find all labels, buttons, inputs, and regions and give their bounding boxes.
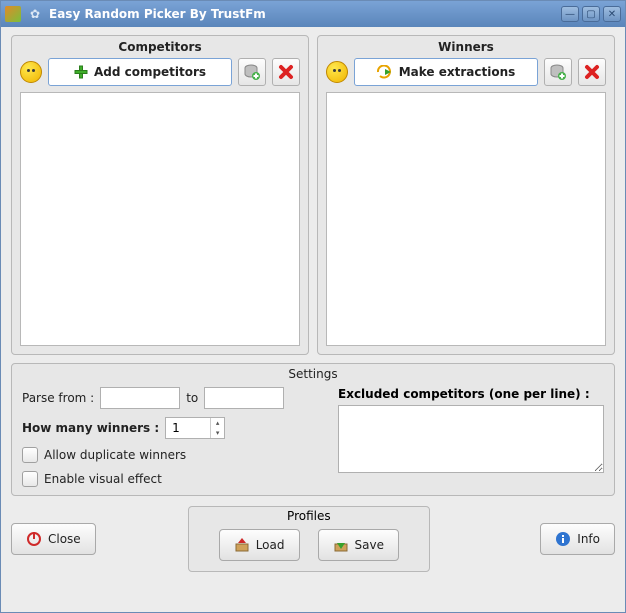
parse-from-label: Parse from : — [22, 391, 94, 405]
main-panels: Competitors Add competitors — [11, 35, 615, 355]
minimize-button[interactable]: — — [561, 6, 579, 22]
excluded-label: Excluded competitors (one per line) : — [338, 387, 604, 401]
delete-x-icon — [278, 64, 294, 80]
competitors-toolbar: Add competitors — [12, 58, 308, 92]
excluded-textarea[interactable] — [338, 405, 604, 473]
smiley-icon — [20, 61, 42, 83]
parse-from-input[interactable] — [100, 387, 180, 409]
client-area: Competitors Add competitors — [1, 27, 625, 582]
how-many-spinner[interactable]: 1 ▴ ▾ — [165, 417, 225, 439]
competitors-clear-button[interactable] — [272, 58, 300, 86]
visual-effect-label: Enable visual effect — [44, 472, 162, 486]
app-window: ✿ Easy Random Picker By TrustFm — ▢ ✕ Co… — [0, 0, 626, 613]
database-add-icon — [243, 63, 261, 81]
parse-to-input[interactable] — [204, 387, 284, 409]
how-many-value: 1 — [166, 421, 210, 435]
box-up-icon — [234, 537, 250, 553]
smiley-icon — [326, 61, 348, 83]
close-window-button[interactable]: ✕ — [603, 6, 621, 22]
save-label: Save — [355, 538, 384, 552]
info-icon — [555, 531, 571, 547]
spinner-down-icon[interactable]: ▾ — [211, 428, 224, 438]
plus-icon — [74, 65, 88, 79]
bottom-bar: Close Profiles Load — [11, 506, 615, 572]
settings-body: Parse from : to How many winners : 1 ▴ ▾ — [22, 387, 604, 487]
make-extractions-label: Make extractions — [399, 65, 516, 79]
delete-x-icon — [584, 64, 600, 80]
window-title: Easy Random Picker By TrustFm — [49, 7, 558, 21]
winners-clear-button[interactable] — [578, 58, 606, 86]
maximize-button[interactable]: ▢ — [582, 6, 600, 22]
power-icon — [26, 531, 42, 547]
spinner-arrows[interactable]: ▴ ▾ — [210, 418, 224, 438]
profiles-panel: Profiles Load Save — [188, 506, 430, 572]
load-button[interactable]: Load — [219, 529, 300, 561]
winners-panel: Winners Make extractions — [317, 35, 615, 355]
close-button[interactable]: Close — [11, 523, 96, 555]
extract-arrow-icon — [377, 65, 393, 79]
settings-left: Parse from : to How many winners : 1 ▴ ▾ — [22, 387, 322, 487]
winners-title: Winners — [318, 36, 614, 58]
info-button[interactable]: Info — [540, 523, 615, 555]
allow-duplicate-checkbox[interactable] — [22, 447, 38, 463]
box-down-icon — [333, 537, 349, 553]
titlebar[interactable]: ✿ Easy Random Picker By TrustFm — ▢ ✕ — [1, 1, 625, 27]
add-competitors-label: Add competitors — [94, 65, 206, 79]
winners-db-add-button[interactable] — [544, 58, 572, 86]
to-label: to — [186, 391, 198, 405]
how-many-label: How many winners : — [22, 421, 159, 435]
add-competitors-button[interactable]: Add competitors — [48, 58, 232, 86]
load-label: Load — [256, 538, 285, 552]
database-add-icon — [549, 63, 567, 81]
settings-right: Excluded competitors (one per line) : — [338, 387, 604, 487]
winners-list[interactable] — [326, 92, 606, 346]
save-button[interactable]: Save — [318, 529, 399, 561]
settings-panel: Settings Parse from : to How many winner… — [11, 363, 615, 496]
make-extractions-button[interactable]: Make extractions — [354, 58, 538, 86]
competitors-db-add-button[interactable] — [238, 58, 266, 86]
settings-title: Settings — [22, 364, 604, 387]
app-icon — [5, 6, 21, 22]
allow-duplicate-label: Allow duplicate winners — [44, 448, 186, 462]
visual-effect-checkbox[interactable] — [22, 471, 38, 487]
close-label: Close — [48, 532, 81, 546]
competitors-title: Competitors — [12, 36, 308, 58]
winners-toolbar: Make extractions — [318, 58, 614, 92]
info-label: Info — [577, 532, 600, 546]
spinner-up-icon[interactable]: ▴ — [211, 418, 224, 428]
competitors-list[interactable] — [20, 92, 300, 346]
competitors-panel: Competitors Add competitors — [11, 35, 309, 355]
profiles-title: Profiles — [219, 509, 399, 529]
settings-titlebar-icon[interactable]: ✿ — [27, 6, 43, 22]
